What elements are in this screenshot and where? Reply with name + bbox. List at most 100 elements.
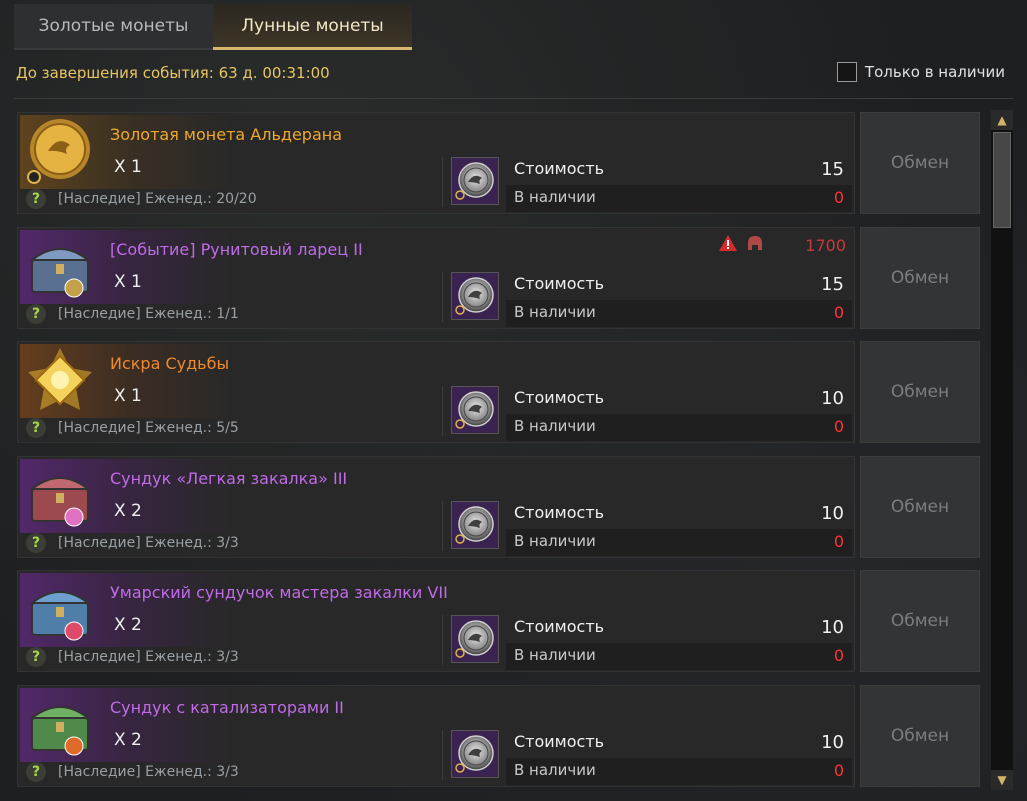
have-value: 0 xyxy=(833,531,844,551)
exchange-row: Умарский сундучок мастера закалки VII X … xyxy=(17,570,981,674)
in-stock-filter[interactable]: Только в наличии xyxy=(836,62,1005,82)
have-line: В наличии 0 xyxy=(506,757,852,785)
cost-line: Стоимость 15 xyxy=(506,156,852,183)
cost-label: Стоимость xyxy=(514,388,605,407)
divider xyxy=(442,500,443,551)
exchange-row: Искра Судьбы X 1 ? [Наследие] Еженед.: 5… xyxy=(17,341,981,445)
have-value: 0 xyxy=(833,760,844,780)
tab-moon-coins[interactable]: Лунные монеты xyxy=(213,4,412,50)
cost-value: 15 xyxy=(821,273,844,295)
have-line: В наличии 0 xyxy=(506,185,852,212)
item-card: Умарский сундучок мастера закалки VII X … xyxy=(17,570,855,672)
cost-value: 10 xyxy=(821,731,844,753)
cost-label: Стоимость xyxy=(514,273,605,293)
have-value: 0 xyxy=(833,646,844,665)
item-quantity: X 2 xyxy=(114,729,142,750)
spark-of-fate-icon[interactable] xyxy=(20,344,100,418)
exchange-row: Сундук с катализаторами II X 2 ? [Наслед… xyxy=(17,684,981,789)
cost-value: 10 xyxy=(821,617,844,638)
help-icon[interactable]: ? xyxy=(26,189,46,209)
moon-coin-icon xyxy=(451,615,499,663)
currency-tabs: Золотые монеты Лунные монеты xyxy=(14,4,412,50)
divider xyxy=(442,729,443,780)
warning-indicator xyxy=(718,234,764,252)
item-card: Искра Судьбы X 1 ? [Наследие] Еженед.: 5… xyxy=(17,341,855,443)
exchange-button[interactable]: Обмен xyxy=(860,226,980,329)
moon-coin-icon xyxy=(451,386,499,434)
have-label: В наличии xyxy=(514,531,596,550)
help-icon[interactable]: ? xyxy=(26,303,46,324)
scroll-up-button[interactable]: ▲ xyxy=(991,110,1013,130)
item-name: Сундук «Легкая закалка» III xyxy=(110,468,348,488)
required-value: 1700 xyxy=(805,235,846,255)
exchange-button[interactable]: Обмен xyxy=(860,570,980,672)
weekly-limit: [Наследие] Еженед.: 3/3 xyxy=(58,534,239,551)
exchange-button[interactable]: Обмен xyxy=(860,684,980,787)
have-value: 0 xyxy=(833,302,844,322)
exchange-button[interactable]: Обмен xyxy=(860,112,980,214)
have-value: 0 xyxy=(833,188,844,207)
header-divider xyxy=(14,98,1013,99)
divider xyxy=(442,386,443,436)
have-line: В наличии 0 xyxy=(506,299,852,327)
exchange-button[interactable]: Обмен xyxy=(860,341,980,443)
moon-coin-icon xyxy=(451,271,499,320)
cost-line: Стоимость 10 xyxy=(506,500,852,527)
divider xyxy=(442,157,443,207)
moon-coin-icon xyxy=(451,729,499,778)
scrollbar-thumb[interactable] xyxy=(993,132,1011,228)
item-name: Искра Судьбы xyxy=(110,354,230,373)
cost-line: Стоимость 10 xyxy=(506,729,852,756)
help-icon[interactable]: ? xyxy=(26,532,46,553)
item-quantity: X 1 xyxy=(114,386,142,406)
item-name: Сундук с катализаторами II xyxy=(110,697,344,717)
have-label: В наличии xyxy=(514,302,596,321)
cost-line: Стоимость 15 xyxy=(506,271,852,298)
item-quantity: X 1 xyxy=(114,157,142,177)
exchange-row: Сундук «Легкая закалка» III X 2 ? [Насле… xyxy=(17,455,981,560)
scrollbar[interactable]: ▲ ▼ xyxy=(991,110,1013,790)
tab-gold-coins[interactable]: Золотые монеты xyxy=(14,4,213,50)
moon-coin-icon xyxy=(451,157,499,205)
honing-master-chest-icon[interactable] xyxy=(20,573,100,647)
scroll-down-button[interactable]: ▼ xyxy=(991,770,1013,790)
exchange-row: Золотая монета Альдерана X 1 ? [Наследие… xyxy=(17,112,981,216)
catalyst-chest-icon[interactable] xyxy=(20,688,100,762)
weekly-limit: [Наследие] Еженед.: 3/3 xyxy=(58,763,239,780)
moon-coin-icon xyxy=(451,500,499,549)
in-stock-label: Только в наличии xyxy=(864,63,1005,81)
exchange-button[interactable]: Обмен xyxy=(860,455,980,558)
cost-line: Стоимость 10 xyxy=(506,385,852,412)
item-card: Золотая монета Альдерана X 1 ? [Наследие… xyxy=(17,112,855,214)
weekly-limit: [Наследие] Еженед.: 1/1 xyxy=(58,305,239,322)
cost-label: Стоимость xyxy=(514,617,605,636)
divider xyxy=(442,615,443,665)
in-stock-checkbox[interactable] xyxy=(836,62,857,82)
event-timer: До завершения события: 63 д. 00:31:00 xyxy=(16,64,330,82)
have-line: В наличии 0 xyxy=(506,643,852,670)
cost-line: Стоимость 10 xyxy=(506,614,852,641)
cost-label: Стоимость xyxy=(514,502,605,522)
item-quantity: X 1 xyxy=(114,271,142,292)
have-label: В наличии xyxy=(514,417,596,435)
item-quantity: X 2 xyxy=(114,500,142,521)
weekly-limit: [Наследие] Еженед.: 5/5 xyxy=(58,420,239,436)
help-icon[interactable]: ? xyxy=(26,761,46,782)
have-label: В наличии xyxy=(514,188,596,206)
weekly-limit: [Наследие] Еженед.: 3/3 xyxy=(58,649,239,665)
item-card: Сундук с катализаторами II X 2 ? [Наслед… xyxy=(17,684,855,787)
rune-chest-icon[interactable] xyxy=(20,230,100,304)
light-honing-chest-icon[interactable] xyxy=(20,459,100,533)
gold-coin-icon[interactable] xyxy=(20,115,100,189)
help-icon[interactable]: ? xyxy=(26,647,46,667)
have-value: 0 xyxy=(833,417,844,436)
helmet-icon xyxy=(748,235,762,250)
have-line: В наличии 0 xyxy=(506,528,852,556)
item-card: Сундук «Легкая закалка» III X 2 ? [Насле… xyxy=(17,455,855,558)
have-label: В наличии xyxy=(514,760,596,779)
exchange-row: [Событие] Рунитовый ларец II X 1 ? [Насл… xyxy=(17,226,981,331)
item-name: [Событие] Рунитовый ларец II xyxy=(110,239,363,259)
cost-value: 10 xyxy=(821,502,844,524)
help-icon[interactable]: ? xyxy=(26,418,46,438)
cost-value: 10 xyxy=(821,388,844,409)
